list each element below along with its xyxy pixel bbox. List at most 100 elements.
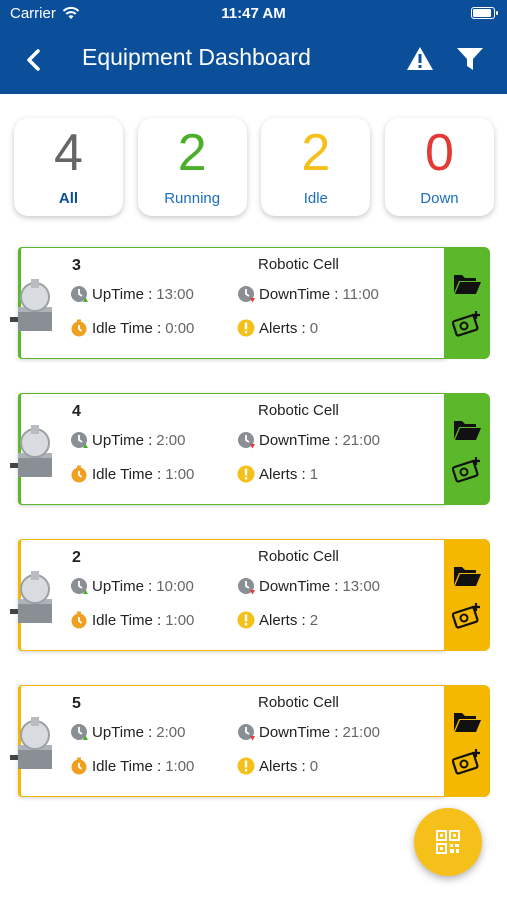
equipment-action-bar <box>444 539 490 651</box>
back-chevron-icon[interactable] <box>20 46 48 74</box>
equipment-card[interactable]: 4 Robotic Cell UpTime : 2:00 DownTime : … <box>10 393 490 505</box>
idle-time-label: Idle Time : <box>92 465 162 483</box>
idle-time-value: 1:00 <box>165 757 195 775</box>
equipment-name: Robotic Cell <box>258 256 339 273</box>
alerts-metric: Alerts : 0 <box>237 319 318 337</box>
equipment-name: Robotic Cell <box>258 402 339 419</box>
downtime-value: 21:00 <box>342 431 381 449</box>
summary-card-all[interactable]: 4 All <box>14 118 123 216</box>
equipment-card-body[interactable] <box>18 247 446 359</box>
idle-time-label: Idle Time : <box>92 611 162 629</box>
folder-open-icon[interactable] <box>452 269 482 297</box>
downtime-value: 11:00 <box>342 285 379 303</box>
equipment-card[interactable]: 2 Robotic Cell UpTime : 10:00 DownTime :… <box>10 539 490 651</box>
clock: 11:47 AM <box>221 5 286 22</box>
downtime-label: DownTime : <box>259 723 339 741</box>
equipment-card[interactable]: 3 Robotic Cell UpTime : 13:00 DownTime :… <box>10 247 490 359</box>
equipment-name: Robotic Cell <box>258 548 339 565</box>
uptime-label: UpTime : <box>92 577 153 595</box>
clock-up-icon <box>71 578 88 594</box>
alert-circle-icon <box>237 319 255 337</box>
downtime-label: DownTime : <box>259 431 339 449</box>
folder-open-icon[interactable] <box>452 561 482 589</box>
idle-time-value: 1:00 <box>165 465 195 483</box>
uptime-metric: UpTime : 2:00 <box>70 723 186 741</box>
equipment-card-body[interactable] <box>18 685 446 797</box>
downtime-label: DownTime : <box>259 577 339 595</box>
idle-time-label: Idle Time : <box>92 319 162 337</box>
uptime-value: 2:00 <box>156 723 186 741</box>
clock-down-icon <box>238 286 255 303</box>
clock-down-icon <box>238 432 255 449</box>
folder-open-icon[interactable] <box>452 707 482 735</box>
summary-card-down[interactable]: 0 Down <box>384 118 494 216</box>
gear-camera-icon[interactable] <box>452 747 482 775</box>
label-down: Down <box>420 190 459 207</box>
status-summary: 4 All 2 Running 2 Idle 0 Down <box>14 118 494 218</box>
uptime-metric: UpTime : 13:00 <box>70 285 194 303</box>
idle-time-value: 0:00 <box>165 319 195 337</box>
idle-time-metric: Idle Time : 1:00 <box>70 611 194 629</box>
count-idle: 2 <box>301 124 331 182</box>
robot-cell-image <box>10 571 52 623</box>
stopwatch-icon <box>71 757 87 775</box>
downtime-metric: DownTime : 13:00 <box>237 577 380 595</box>
downtime-metric: DownTime : 11:00 <box>237 285 379 303</box>
app-header: Carrier 11:47 AM Equipment Dashboard <box>0 0 507 94</box>
alerts-metric: Alerts : 0 <box>237 757 318 775</box>
clock-up-icon <box>71 286 88 302</box>
clock-down-icon <box>238 578 255 595</box>
equipment-name: Robotic Cell <box>258 694 339 711</box>
equipment-card[interactable]: 5 Robotic Cell UpTime : 2:00 DownTime : … <box>10 685 490 797</box>
equipment-action-bar <box>444 247 490 359</box>
warning-icon[interactable] <box>405 44 435 74</box>
alerts-label: Alerts : <box>259 465 306 483</box>
downtime-label: DownTime : <box>259 285 339 303</box>
summary-card-running[interactable]: 2 Running <box>137 118 247 216</box>
gear-camera-icon[interactable] <box>452 455 482 483</box>
qr-scan-button[interactable] <box>414 808 482 876</box>
label-idle: Idle <box>303 190 328 207</box>
gear-camera-icon[interactable] <box>452 601 482 629</box>
alerts-metric: Alerts : 1 <box>237 465 318 483</box>
downtime-value: 21:00 <box>342 723 381 741</box>
equipment-id: 3 <box>72 257 81 274</box>
count-all: 4 <box>54 124 83 182</box>
battery-icon <box>471 7 498 19</box>
equipment-card-body[interactable] <box>18 539 446 651</box>
count-down: 0 <box>425 124 454 182</box>
uptime-value: 2:00 <box>156 431 186 449</box>
alert-circle-icon <box>237 757 255 775</box>
uptime-label: UpTime : <box>92 431 153 449</box>
alerts-metric: Alerts : 2 <box>237 611 318 629</box>
alerts-value: 1 <box>309 465 319 483</box>
alerts-label: Alerts : <box>259 757 306 775</box>
idle-time-value: 1:00 <box>165 611 195 629</box>
stopwatch-icon <box>71 465 87 483</box>
uptime-metric: UpTime : 10:00 <box>70 577 194 595</box>
uptime-label: UpTime : <box>92 723 153 741</box>
uptime-label: UpTime : <box>92 285 153 303</box>
robot-cell-image <box>10 279 52 331</box>
alerts-label: Alerts : <box>259 319 306 337</box>
summary-card-idle[interactable]: 2 Idle <box>261 118 371 216</box>
alerts-value: 0 <box>309 319 319 337</box>
alerts-value: 0 <box>309 757 319 775</box>
uptime-value: 10:00 <box>156 577 194 595</box>
filter-icon[interactable] <box>454 44 486 74</box>
robot-cell-image <box>10 717 52 769</box>
qr-code-icon <box>436 830 460 854</box>
gear-camera-icon[interactable] <box>452 309 482 337</box>
equipment-action-bar <box>444 685 490 797</box>
page-title: Equipment Dashboard <box>82 44 311 70</box>
equipment-card-body[interactable] <box>18 393 446 505</box>
clock-up-icon <box>71 724 88 740</box>
folder-open-icon[interactable] <box>452 415 482 443</box>
count-running: 2 <box>177 124 207 182</box>
downtime-metric: DownTime : 21:00 <box>237 723 380 741</box>
clock-up-icon <box>71 432 88 448</box>
alert-circle-icon <box>237 465 255 483</box>
label-all: All <box>58 190 79 207</box>
equipment-id: 2 <box>72 549 81 566</box>
stopwatch-icon <box>71 319 87 337</box>
